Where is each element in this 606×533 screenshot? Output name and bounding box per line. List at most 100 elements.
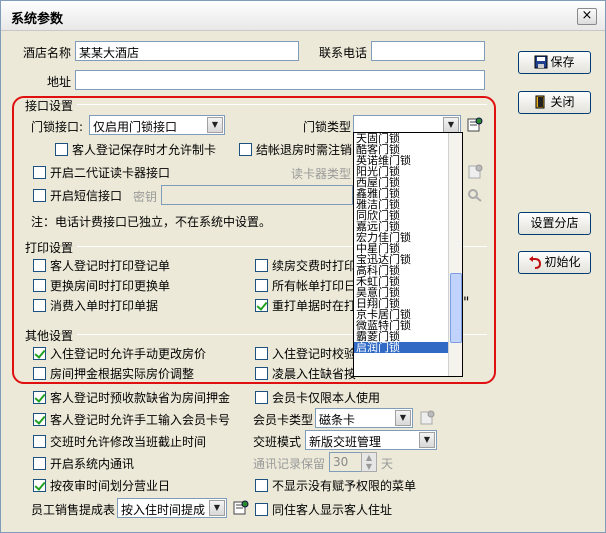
- checkbox-label: 入住登记时校验: [272, 347, 357, 361]
- sms-interface-checkbox[interactable]: 开启短信接口: [33, 187, 122, 204]
- lock-interface-select[interactable]: 仅启用门锁接口 ▼: [89, 115, 225, 135]
- checkbox-label: 入住登记时允许手动更改房价: [50, 347, 207, 361]
- lock-type-option[interactable]: 英诺维门锁: [354, 155, 462, 166]
- system-params-window: 系统参数 × 酒店名称 某某大酒店 联系电话 地址 接口设置 门锁接口: 仅启用…: [0, 0, 606, 533]
- checkbox-box: [33, 479, 46, 492]
- lock-type-option[interactable]: 宝迅达门锁: [354, 254, 462, 265]
- set-branch-button[interactable]: 设置分店: [518, 212, 591, 235]
- undo-arrow-icon: [529, 256, 542, 269]
- shift-mode-select[interactable]: 新版交班管理 ▼: [305, 430, 437, 450]
- early-checkin-checkbox[interactable]: 凌晨入住缺省按: [255, 365, 356, 382]
- address-label: 地址: [47, 75, 72, 89]
- manual-member-card-checkbox[interactable]: 客人登记时允许手工输入会员卡号: [33, 411, 230, 428]
- lock-type-options: 天固门锁 酷客门锁 英诺维门锁 阳光门锁 西屋门锁 鑫雅门锁 雅洁门锁 同欣门锁 嘉远门锁 宏力佳…: [354, 133, 462, 353]
- checkbox-label: 开启二代证读卡器接口: [50, 166, 171, 180]
- checkin-verify-checkbox[interactable]: 入住登记时校验: [255, 345, 356, 362]
- hide-unauth-menu-checkbox[interactable]: 不显示没有赋予权限的菜单: [255, 477, 416, 494]
- address-input[interactable]: [75, 70, 485, 90]
- other-group-title: 其他设置: [25, 329, 74, 343]
- checkbox-box: [255, 259, 268, 272]
- lock-type-option[interactable]: 京卡居门锁: [354, 309, 462, 320]
- lock-type-option[interactable]: 日翔门锁: [354, 298, 462, 309]
- chevron-down-icon: ▼: [419, 432, 435, 448]
- shift-modify-time-checkbox[interactable]: 交班时允许修改当班截止时间: [33, 433, 206, 450]
- second-gen-reader-checkbox[interactable]: 开启二代证读卡器接口: [33, 164, 170, 181]
- sales-report-setup-icon[interactable]: [233, 499, 249, 515]
- secret-key-input[interactable]: [161, 185, 353, 205]
- sms-setup-icon: [468, 189, 482, 202]
- interface-separator: [77, 104, 487, 105]
- checkbox-label: 所有帐单打印日: [272, 279, 357, 293]
- lock-type-option[interactable]: 同欣门锁: [354, 210, 462, 221]
- lock-type-option[interactable]: 霸菱门锁: [354, 331, 462, 342]
- prepay-default-checkbox[interactable]: 客人登记时预收款缺省为房间押金: [33, 389, 230, 406]
- lock-type-option[interactable]: 昊意门锁: [354, 287, 462, 298]
- allow-change-price-checkbox[interactable]: 入住登记时允许手动更改房价: [33, 345, 206, 362]
- close-button[interactable]: 关闭: [518, 91, 591, 114]
- lock-type-option[interactable]: 微蓝特门锁: [354, 320, 462, 331]
- lock-type-option[interactable]: 中星门锁: [354, 243, 462, 254]
- lock-type-option[interactable]: 天固门锁: [354, 133, 462, 144]
- checkin-print-checkbox[interactable]: 客人登记时打印登记单: [33, 257, 170, 274]
- intercom-keep-input[interactable]: 30: [329, 452, 363, 472]
- close-window-button[interactable]: ×: [577, 8, 597, 25]
- chevron-down-icon: ▼: [443, 117, 459, 133]
- lock-type-dropdown-list[interactable]: 天固门锁 酷客门锁 英诺维门锁 阳光门锁 西屋门锁 鑫雅门锁 雅洁门锁 同欣门锁 嘉远门锁 宏力佳…: [353, 132, 463, 377]
- checkbox-box: [33, 435, 46, 448]
- checkbox-label: 不显示没有赋予权限的菜单: [272, 479, 417, 493]
- dropdown-scrollbar-thumb[interactable]: [450, 273, 462, 343]
- lock-type-option[interactable]: 鑫雅门锁: [354, 188, 462, 199]
- all-bills-print-checkbox[interactable]: 所有帐单打印日: [255, 277, 356, 294]
- renew-print-checkbox[interactable]: 续房交费时打印: [255, 257, 356, 274]
- consume-print-checkbox[interactable]: 消费入单时打印单据: [33, 297, 158, 314]
- checkbox-label: 开启短信接口: [50, 189, 123, 203]
- interface-group-title: 接口设置: [25, 99, 74, 113]
- checkbox-box: [255, 479, 268, 492]
- member-card-self-checkbox[interactable]: 会员卡仅限本人使用: [255, 389, 380, 406]
- checkbox-box: [255, 347, 268, 360]
- phone-input[interactable]: [371, 41, 485, 61]
- checkbox-box: [33, 457, 46, 470]
- checkbox-label: 结帐退房时需注销: [256, 143, 353, 157]
- lock-type-option[interactable]: 西屋门锁: [354, 177, 462, 188]
- checkbox-box: [33, 189, 46, 202]
- phone-label: 联系电话: [319, 46, 368, 60]
- initialize-button[interactable]: 初始化: [518, 251, 591, 274]
- lock-type-option[interactable]: 启润门锁: [354, 342, 462, 353]
- checkbox-box: [33, 166, 46, 179]
- member-card-setup-icon: [420, 410, 435, 425]
- lock-type-option[interactable]: 酷客门锁: [354, 144, 462, 155]
- night-audit-checkbox[interactable]: 按夜审时间划分营业日: [33, 477, 170, 494]
- checkout-cancel-checkbox[interactable]: 结帐退房时需注销: [239, 141, 352, 158]
- dropdown-scrollbar[interactable]: [448, 133, 462, 376]
- change-room-print-checkbox[interactable]: 更换房间时打印更换单: [33, 277, 170, 294]
- lock-type-option[interactable]: 高科门锁: [354, 265, 462, 276]
- checkbox-label: 客人登记保存时才允许制卡: [72, 143, 217, 157]
- lock-type-option[interactable]: 禾虹门锁: [354, 276, 462, 287]
- member-card-type-select[interactable]: 磁条卡 ▼: [315, 408, 413, 428]
- reprint-checkbox[interactable]: 重打单据时在打印: [255, 297, 368, 314]
- hotel-name-input[interactable]: 某某大酒店: [75, 41, 299, 61]
- lock-type-option[interactable]: 宏力佳门锁: [354, 232, 462, 243]
- checkbox-box: [33, 391, 46, 404]
- save-button[interactable]: 保存: [518, 51, 591, 74]
- intercom-keep-spinner[interactable]: ▲ ▼: [361, 452, 377, 472]
- guest-save-card-checkbox[interactable]: 客人登记保存时才允许制卡: [55, 141, 216, 158]
- intercom-checkbox[interactable]: 开启系统内通讯: [33, 455, 134, 472]
- truncated-quote: ": [463, 295, 470, 311]
- lock-type-option[interactable]: 雅洁门锁: [354, 199, 462, 210]
- initialize-button-label: 初始化: [544, 255, 581, 269]
- deposit-adjust-checkbox[interactable]: 房间押金根据实际房价调整: [33, 365, 194, 382]
- lock-setup-icon[interactable]: [467, 116, 483, 132]
- intercom-keep-label: 通讯记录保留: [253, 457, 326, 471]
- lock-type-option[interactable]: 嘉远门锁: [354, 221, 462, 232]
- secret-key-label: 密钥: [133, 190, 158, 204]
- checkbox-label: 客人登记时打印登记单: [50, 259, 171, 273]
- sales-report-select[interactable]: 按入住时间提成 ▼: [117, 498, 227, 518]
- lock-type-option[interactable]: 阳光门锁: [354, 166, 462, 177]
- checkbox-label: 同住客人显示客人住址: [272, 503, 393, 517]
- same-guest-address-checkbox[interactable]: 同住客人显示客人住址: [255, 501, 392, 518]
- chevron-down-icon: ▼: [209, 500, 225, 516]
- print-group-title: 打印设置: [25, 241, 74, 255]
- chevron-down-icon: ▼: [207, 117, 223, 133]
